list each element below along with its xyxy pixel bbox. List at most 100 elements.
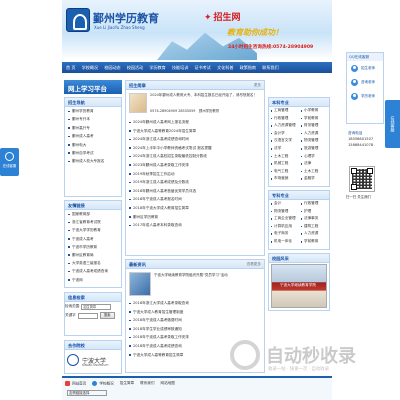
list-item[interactable]: 2023年鄞州成人高考录取工作安排	[126, 161, 264, 170]
list-item[interactable]: 学前教育	[299, 115, 329, 123]
list-item[interactable]: 市场营销	[269, 175, 299, 183]
float-service-button[interactable]: 在线客服	[0, 148, 19, 176]
list-item[interactable]: 土木工程	[269, 153, 299, 161]
list-item[interactable]: 2018年宁波成人高考报名时间	[126, 195, 264, 204]
list-item[interactable]: 金融学	[299, 175, 329, 183]
online-service-tab[interactable]: 在线客服	[385, 100, 400, 148]
qq-agent[interactable]: 咨询老师	[347, 75, 383, 89]
nav-contact[interactable]: 联系我们	[262, 65, 278, 71]
list-item[interactable]: 大学英语三级报名	[65, 259, 121, 267]
list-item[interactable]: 鄞州区学历教育	[126, 213, 264, 222]
list-item[interactable]: 宁波市学历教育	[65, 243, 121, 251]
search-button[interactable]: 搜索	[99, 312, 115, 319]
notice-text[interactable]: 2024年鄞州成人教育大专、本科招生报名已经开始了，请尽快报名！	[150, 93, 262, 98]
list-item[interactable]: 2024年上半年中小学教师资格考试笔试 报名提醒	[126, 144, 264, 153]
list-item[interactable]: 鄞州高升专	[65, 124, 121, 132]
list-item[interactable]: 会计学	[269, 130, 299, 138]
list-item[interactable]: 2018年学生学业成绩审核通知	[126, 325, 264, 334]
list-item[interactable]: 鄞州自学考试	[65, 149, 121, 157]
feature-thumbnail[interactable]	[129, 272, 151, 296]
list-item[interactable]: 小学教育	[299, 107, 329, 115]
list-item[interactable]: 学前教育	[299, 238, 329, 246]
list-item[interactable]: 鄞州成人校大专报名	[65, 157, 121, 165]
campus-photo[interactable]: 宁波大学继续教育学院	[271, 264, 327, 308]
list-item[interactable]: 法律事务	[299, 215, 329, 223]
list-item[interactable]: 心理学	[299, 153, 329, 161]
nav-home[interactable]: 首 页	[66, 65, 76, 71]
list-item[interactable]: 2018年浙江大学成人高考录取查询	[126, 299, 264, 308]
nav-policy[interactable]: 政策指南	[240, 65, 256, 71]
nav-about[interactable]: 学校概况	[82, 65, 98, 71]
more-link[interactable]: 查看更多	[247, 262, 261, 267]
list-item[interactable]: 护理	[299, 208, 329, 216]
list-item[interactable]: 工商企业管理	[269, 215, 299, 223]
list-item[interactable]: 建筑工程	[299, 223, 329, 231]
learning-platform-banner[interactable]: 网上学习平台	[64, 80, 122, 94]
list-item[interactable]: 宁波成人高考	[65, 235, 121, 243]
list-item[interactable]: 电气工程	[269, 168, 299, 176]
list-item[interactable]: 宁波成人高考成绩查询	[65, 267, 121, 275]
list-item[interactable]: 鄞州电大	[65, 141, 121, 149]
list-item[interactable]: 会计	[269, 200, 299, 208]
list-item[interactable]: 鄞州专升本	[65, 115, 121, 123]
list-item[interactable]: 2018年鄞州成人高考首届优秀学员评选	[126, 187, 264, 196]
search-scope-select[interactable]: 招生简章	[81, 303, 112, 310]
more-link[interactable]: 更多	[254, 83, 261, 88]
list-item[interactable]: 机电一体化	[269, 238, 299, 246]
list-item[interactable]: 物流管理	[269, 208, 299, 216]
footer-link[interactable]: 招生简章	[120, 381, 134, 387]
list-item[interactable]: 法律	[299, 160, 329, 168]
nav-activities[interactable]: 校园活动	[127, 65, 143, 71]
list-item[interactable]: 浙江省教育考试院	[65, 218, 121, 226]
qq-agent[interactable]: 招生老师	[347, 61, 383, 75]
list-item[interactable]: 宁波大学成人教育招生管理制度	[126, 308, 264, 317]
list-item[interactable]: 工商管理	[269, 107, 299, 115]
notice-thumbnail[interactable]	[129, 93, 147, 113]
footer-link[interactable]: 网站地图	[161, 381, 175, 387]
list-item[interactable]: 鄞州学历教育	[65, 107, 121, 115]
list-item[interactable]: 2024年浙江成人高考成绩查询时间	[126, 135, 264, 144]
list-item[interactable]: 2024年鄞州成人高考网上报名流程	[126, 118, 264, 127]
list-item[interactable]: 鄞州区教育局	[65, 251, 121, 259]
nav-news[interactable]: 校园动态	[104, 65, 120, 71]
list-item[interactable]: 电子商务	[269, 230, 299, 238]
list-item[interactable]: 宁波网	[65, 276, 121, 284]
list-item[interactable]: 国家教育部	[65, 210, 121, 218]
list-item[interactable]: 机械工程	[269, 160, 299, 168]
list-item[interactable]: 计算机应用	[269, 223, 299, 231]
list-item[interactable]: 人力资源	[299, 230, 329, 238]
list-item[interactable]: 宁波大学学历教育	[65, 226, 121, 234]
nav-degree[interactable]: 学历教育	[149, 65, 165, 71]
list-item[interactable]: 行政管理	[269, 115, 299, 123]
list-item[interactable]: 人力资源管理	[269, 122, 299, 130]
search-input[interactable]	[77, 312, 98, 319]
list-item[interactable]: 2019年浙江成人高考成绩及分数线	[126, 178, 264, 187]
list-item[interactable]: 汉语言文学	[269, 137, 299, 145]
list-item[interactable]: 财务管理	[299, 122, 329, 130]
feature-text[interactable]: 宁波大学继续教育学院组织开展“党员学习”活动	[154, 273, 262, 278]
logo-icon[interactable]	[66, 8, 90, 32]
list-item[interactable]: 物流管理	[299, 137, 329, 145]
list-item[interactable]: 行政管理	[299, 200, 329, 208]
university-logo[interactable]: 宁波大学 NINGBO UNIVERSITY	[67, 352, 121, 368]
footer-link[interactable]: 学校概况	[92, 381, 114, 387]
list-item[interactable]: 鄞州成人高考	[65, 132, 121, 140]
list-item[interactable]: 人力资源	[299, 130, 329, 138]
list-item[interactable]: 宁波大学成人高等教育2024年招生简章	[126, 127, 264, 136]
footer-link[interactable]: 联系我们	[140, 381, 154, 387]
list-item[interactable]: 土木工程	[299, 168, 329, 176]
nav-culture[interactable]: 文化科普	[217, 65, 233, 71]
nav-certificate[interactable]: 证书考试	[195, 65, 211, 71]
nav-training[interactable]: 技能培训	[172, 65, 188, 71]
list-item[interactable]: 2024年浙江成人高校招生录取最低控制分数线	[126, 152, 264, 161]
site-title[interactable]: 鄞州学历教育	[93, 10, 159, 26]
list-item[interactable]: 旅游管理	[299, 145, 329, 153]
list-item[interactable]: 法学	[269, 145, 299, 153]
list-item[interactable]: 2019年秋季招生工作启动	[126, 170, 264, 179]
list-item[interactable]: 2017年成人高考本科录取查询	[126, 221, 264, 230]
qq-agent[interactable]: 学历老师	[347, 89, 383, 103]
friend-link-select[interactable]: 友情链接选择	[67, 390, 107, 396]
list-item[interactable]: 2018年宁波大学成人教育招生简章	[126, 204, 264, 213]
list-item[interactable]: 2018年宁波成人高考缴费时间	[126, 316, 264, 325]
footer-link[interactable]: 网站首页	[65, 381, 86, 387]
